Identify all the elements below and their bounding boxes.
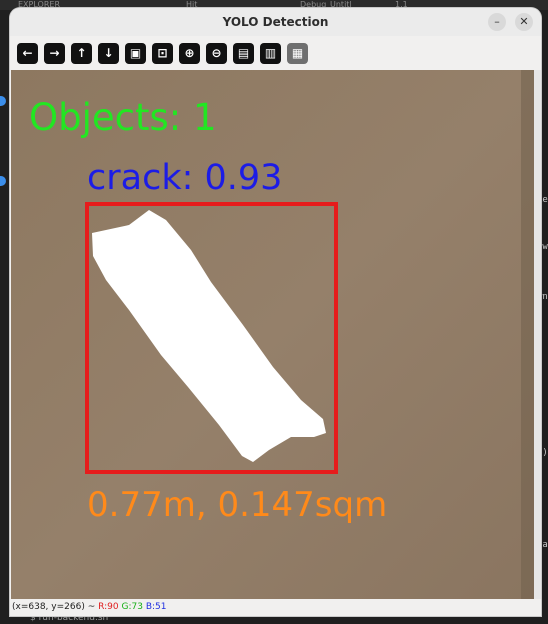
properties-button[interactable]: ▦ (287, 43, 308, 64)
vertical-scrollbar[interactable] (534, 70, 541, 599)
pan-down-button[interactable]: ↓ (98, 43, 119, 64)
save-button[interactable]: ▤ (233, 43, 254, 64)
pan-right-icon: → (49, 46, 60, 60)
zoom-in-image-icon: ▣ (129, 46, 142, 60)
zoom-in-button[interactable]: ⊕ (179, 43, 200, 64)
pan-up-button[interactable]: ↑ (71, 43, 92, 64)
window-title: YOLO Detection (222, 15, 329, 29)
pixel-red-value: R:90 (98, 602, 119, 612)
pixel-blue-value: B:51 (145, 602, 167, 612)
pixel-green-value: G:73 (121, 602, 143, 612)
zoom-image-button[interactable]: ▣ (125, 43, 146, 64)
image-canvas[interactable]: Objects: 1 crack: 0.93 0.77m, 0.147sqm (11, 70, 534, 599)
pan-right-button[interactable]: → (44, 43, 65, 64)
copy-button[interactable]: ▥ (260, 43, 281, 64)
pan-left-icon: ← (22, 46, 33, 60)
copy-icon: ▥ (264, 46, 277, 60)
pan-down-icon: ↓ (103, 46, 114, 60)
minimize-button[interactable]: – (488, 13, 506, 31)
zoom-fit-button[interactable]: ⊡ (152, 43, 173, 64)
zoom-out-button[interactable]: ⊖ (206, 43, 227, 64)
title-bar[interactable]: YOLO Detection – ✕ (10, 8, 541, 36)
surface-edge (521, 70, 534, 599)
yolo-detection-window: YOLO Detection – ✕ ← → ↑ ↓ ▣ ⊡ ⊕ ⊖ ▤ ▥ ▦ (10, 8, 541, 616)
zoom-out-icon: ⊖ (211, 46, 222, 60)
measurement-label: 0.77m, 0.147sqm (87, 485, 387, 525)
toolbar: ← → ↑ ↓ ▣ ⊡ ⊕ ⊖ ▤ ▥ ▦ (10, 36, 541, 70)
cursor-coordinates: (x=638, y=266) ~ (12, 602, 96, 612)
pan-left-button[interactable]: ← (17, 43, 38, 64)
properties-icon: ▦ (291, 46, 304, 60)
detection-confidence-label: crack: 0.93 (87, 158, 282, 198)
pan-up-icon: ↑ (76, 46, 87, 60)
detection-image: Objects: 1 crack: 0.93 0.77m, 0.147sqm (11, 70, 534, 599)
objects-count-label: Objects: 1 (29, 96, 217, 139)
close-button[interactable]: ✕ (515, 13, 533, 31)
status-bar: (x=638, y=266) ~ R:90 G:73 B:51 (10, 599, 541, 616)
zoom-in-icon: ⊕ (184, 46, 195, 60)
zoom-to-fit-icon: ⊡ (157, 46, 168, 60)
save-icon: ▤ (237, 46, 250, 60)
